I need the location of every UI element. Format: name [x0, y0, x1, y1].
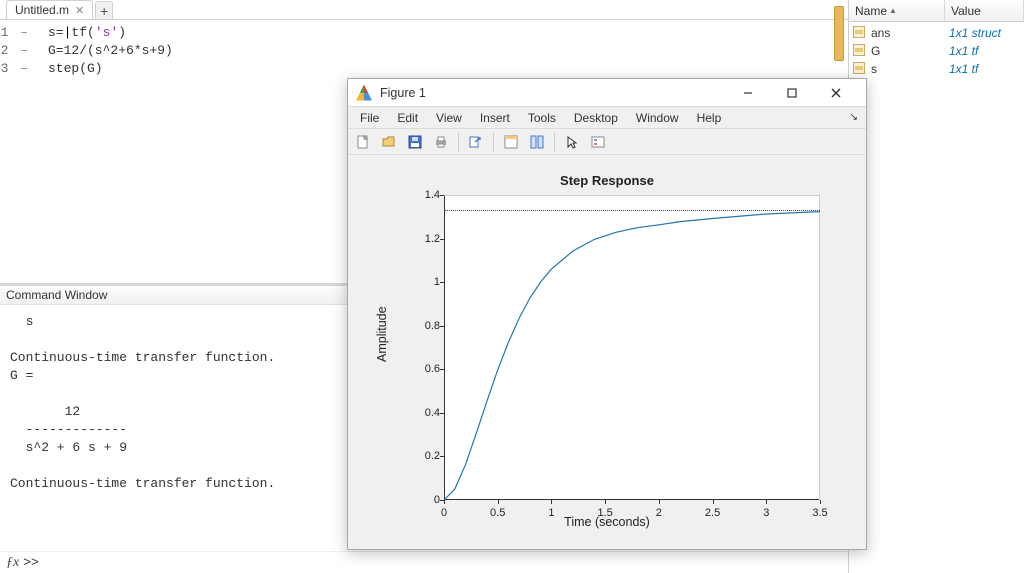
plot-ylabel: Amplitude: [375, 342, 389, 362]
line-gutter: 1 – 2 – 3 –: [0, 24, 36, 283]
plot-title: Step Response: [348, 173, 866, 188]
variable-icon: [853, 26, 867, 40]
menu-window[interactable]: Window: [628, 109, 687, 127]
command-prompt-row[interactable]: ƒx >>: [0, 551, 848, 573]
figure-toolbar: [348, 129, 866, 155]
close-icon[interactable]: ✕: [75, 4, 84, 17]
workspace-panel: Name ▲ Value ans1x1 structG1x1 tfs1x1 tf: [848, 0, 1024, 573]
figure-title-text: Figure 1: [380, 86, 726, 100]
data-cursor-icon[interactable]: [500, 131, 522, 153]
editor-tabbar: Untitled.m ✕ +: [0, 0, 848, 20]
figure-window[interactable]: Figure 1 FileEditViewInsertToolsDesktopW…: [347, 78, 867, 550]
plot-curve: [444, 195, 820, 500]
variable-icon: [853, 62, 867, 76]
maximize-button[interactable]: [770, 79, 814, 107]
menu-file[interactable]: File: [352, 109, 387, 127]
menu-tools[interactable]: Tools: [520, 109, 564, 127]
figure-titlebar[interactable]: Figure 1: [348, 79, 866, 107]
workspace-body: ans1x1 structG1x1 tfs1x1 tf: [849, 22, 1024, 80]
figure-canvas[interactable]: Step Response Amplitude Time (seconds) 0…: [348, 155, 866, 549]
close-button[interactable]: [814, 79, 858, 107]
menu-edit[interactable]: Edit: [389, 109, 426, 127]
workspace-col-name[interactable]: Name ▲: [849, 0, 945, 21]
variable-icon: [853, 44, 867, 58]
new-tab-button[interactable]: +: [95, 1, 113, 19]
fx-icon[interactable]: ƒx: [6, 555, 19, 571]
print-icon[interactable]: [430, 131, 452, 153]
sort-asc-icon: ▲: [889, 6, 897, 15]
save-icon[interactable]: [404, 131, 426, 153]
new-figure-icon[interactable]: [352, 131, 374, 153]
figure-menubar: FileEditViewInsertToolsDesktopWindowHelp…: [348, 107, 866, 129]
colorbar-icon[interactable]: [526, 131, 548, 153]
link-icon[interactable]: [465, 131, 487, 153]
pointer-icon[interactable]: [561, 131, 583, 153]
open-icon[interactable]: [378, 131, 400, 153]
editor-tab-untitled[interactable]: Untitled.m ✕: [6, 0, 93, 19]
menu-help[interactable]: Help: [689, 109, 730, 127]
minimize-button[interactable]: [726, 79, 770, 107]
matlab-logo-icon: [356, 85, 372, 101]
scroll-indicator[interactable]: [834, 6, 844, 61]
menu-desktop[interactable]: Desktop: [566, 109, 626, 127]
workspace-col-value[interactable]: Value: [945, 0, 1024, 21]
menu-view[interactable]: View: [428, 109, 470, 127]
menu-insert[interactable]: Insert: [472, 109, 518, 127]
dock-icon[interactable]: ↘: [846, 110, 862, 125]
workspace-row[interactable]: ans1x1 struct: [849, 24, 1024, 42]
workspace-row[interactable]: s1x1 tf: [849, 60, 1024, 78]
command-prompt: >>: [23, 555, 39, 570]
workspace-row[interactable]: G1x1 tf: [849, 42, 1024, 60]
tab-label: Untitled.m: [15, 3, 69, 17]
workspace-header: Name ▲ Value: [849, 0, 1024, 22]
legend-icon[interactable]: [587, 131, 609, 153]
